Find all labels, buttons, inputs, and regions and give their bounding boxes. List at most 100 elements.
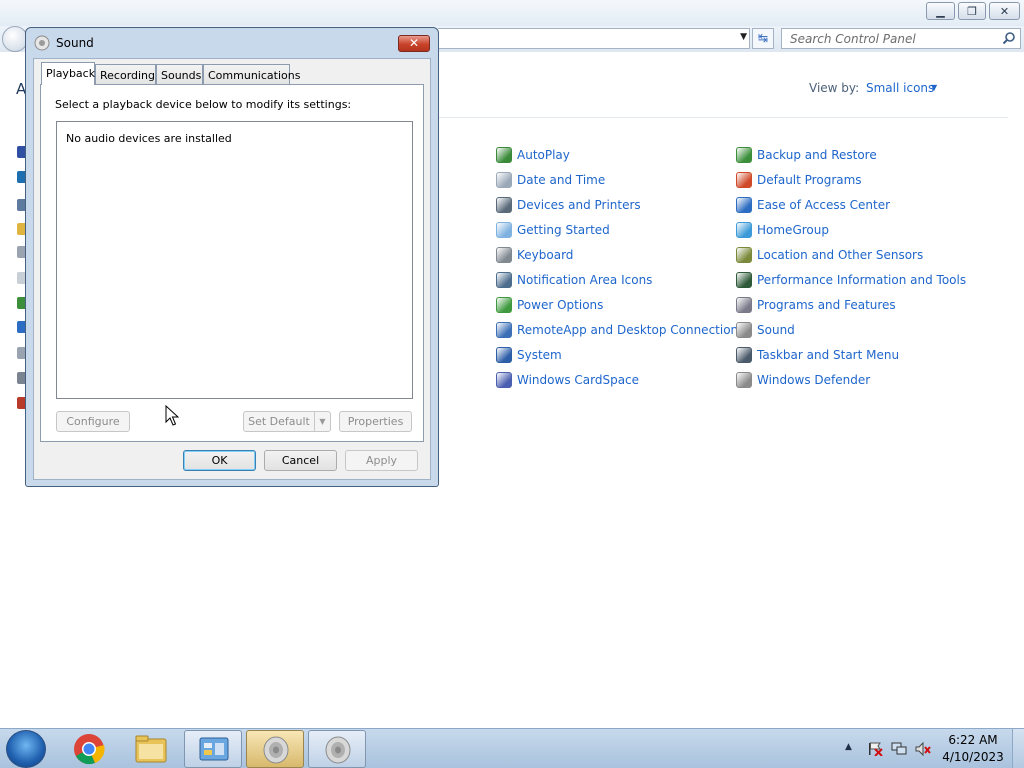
control-panel-item[interactable]: Notification Area Icons: [496, 270, 652, 290]
address-dropdown-icon[interactable]: ▼: [740, 32, 747, 42]
windows-defender-icon: [736, 372, 752, 388]
default-programs-icon: [736, 172, 752, 188]
cancel-button[interactable]: Cancel: [264, 450, 337, 471]
taskbar-sound-active[interactable]: [246, 730, 304, 768]
control-panel-item-label: RemoteApp and Desktop Connections: [517, 323, 745, 337]
mouse-cursor-icon: [165, 405, 179, 426]
taskbar-sound[interactable]: [308, 730, 366, 768]
properties-button[interactable]: Properties: [339, 411, 412, 432]
control-panel-item-label: Backup and Restore: [757, 148, 877, 162]
sound-dialog: Sound ✕ Playback Recording Sounds Commun…: [25, 27, 439, 487]
taskbar-explorer[interactable]: [122, 730, 180, 768]
windows-explorer-icon: [135, 735, 167, 763]
control-panel-item-label: Devices and Printers: [517, 198, 641, 212]
sound-app-icon: [325, 736, 351, 764]
system-icon: [496, 347, 512, 363]
instruction-text: Select a playback device below to modify…: [55, 98, 352, 111]
clock-icon: [496, 172, 512, 188]
control-panel-item[interactable]: Windows Defender: [736, 370, 870, 390]
control-panel-item-label: Performance Information and Tools: [757, 273, 967, 287]
control-panel-item[interactable]: Windows CardSpace: [496, 370, 639, 390]
control-panel-item-label: AutoPlay: [517, 148, 570, 162]
ease-of-access-icon: [736, 197, 752, 213]
control-panel-item[interactable]: Performance Information and Tools: [736, 270, 966, 290]
show-desktop-button[interactable]: [1012, 729, 1024, 768]
location-sensors-icon: [736, 247, 752, 263]
cardspace-icon: [496, 372, 512, 388]
control-panel-item-label: Getting Started: [517, 223, 610, 237]
divider: [438, 117, 1008, 118]
apply-button[interactable]: Apply: [345, 450, 418, 471]
control-panel-item-label: Power Options: [517, 298, 604, 312]
programs-features-icon: [736, 297, 752, 313]
tab-playback[interactable]: Playback: [41, 62, 95, 85]
control-panel-item[interactable]: AutoPlay: [496, 145, 570, 165]
show-hidden-icons-chevron-up-icon[interactable]: ▲: [845, 742, 852, 752]
restore-button[interactable]: ❐: [958, 2, 986, 20]
playback-tab-panel: Select a playback device below to modify…: [40, 84, 424, 442]
control-panel-item-label: Default Programs: [757, 173, 862, 187]
control-panel-item[interactable]: System: [496, 345, 562, 365]
tab-sounds[interactable]: Sounds: [156, 64, 203, 85]
set-default-button[interactable]: Set Default ▼: [243, 411, 331, 432]
clock-time[interactable]: 6:22 AM: [939, 733, 1007, 747]
control-panel-icon: [199, 737, 229, 761]
control-panel-item[interactable]: RemoteApp and Desktop Connections: [496, 320, 744, 340]
control-panel-item[interactable]: Date and Time: [496, 170, 605, 190]
taskbar-icon: [736, 347, 752, 363]
remoteapp-icon: [496, 322, 512, 338]
close-window-button[interactable]: ✕: [989, 2, 1020, 20]
chevron-down-icon[interactable]: ▼: [931, 83, 937, 92]
minimize-button[interactable]: ▁: [926, 2, 955, 20]
control-panel-item-label: Ease of Access Center: [757, 198, 891, 212]
control-panel-item[interactable]: Programs and Features: [736, 295, 896, 315]
search-input[interactable]: Search Control Panel: [781, 28, 1021, 49]
speaker-icon: [34, 35, 50, 51]
control-panel-item[interactable]: Sound: [736, 320, 795, 340]
action-center-flag-icon[interactable]: [867, 742, 883, 756]
control-panel-item-label: Sound: [757, 323, 795, 337]
control-panel-item[interactable]: Power Options: [496, 295, 603, 315]
clock-date[interactable]: 4/10/2023: [939, 750, 1007, 764]
address-bar[interactable]: ▼: [438, 28, 750, 49]
control-panel-item[interactable]: Backup and Restore: [736, 145, 877, 165]
getting-started-icon: [496, 222, 512, 238]
tab-recording[interactable]: Recording: [95, 64, 156, 85]
dialog-body: Playback Recording Sounds Communications…: [33, 58, 431, 480]
performance-icon: [736, 272, 752, 288]
configure-button[interactable]: Configure: [56, 411, 130, 432]
taskbar-control-panel[interactable]: [184, 730, 242, 768]
control-panel-item[interactable]: Keyboard: [496, 245, 573, 265]
view-by-label: View by:: [809, 81, 860, 95]
control-panel-item[interactable]: Taskbar and Start Menu: [736, 345, 899, 365]
control-panel-item-label: HomeGroup: [757, 223, 829, 237]
control-panel-item[interactable]: Location and Other Sensors: [736, 245, 923, 265]
playback-device-list[interactable]: No audio devices are installed: [56, 121, 413, 399]
control-panel-item[interactable]: Getting Started: [496, 220, 610, 240]
dialog-title: Sound: [56, 36, 94, 50]
view-by-dropdown[interactable]: Small icons: [866, 81, 934, 95]
refresh-icon[interactable]: ↹: [752, 28, 774, 49]
notification-area-icon: [496, 272, 512, 288]
ok-button[interactable]: OK: [183, 450, 256, 471]
search-placeholder: Search Control Panel: [790, 32, 916, 46]
control-panel-item[interactable]: HomeGroup: [736, 220, 829, 240]
control-panel-item[interactable]: Devices and Printers: [496, 195, 641, 215]
volume-muted-icon[interactable]: [915, 742, 931, 756]
taskbar-chrome[interactable]: [60, 730, 118, 768]
keyboard-icon: [496, 247, 512, 263]
control-panel-item-label: Programs and Features: [757, 298, 896, 312]
power-options-icon: [496, 297, 512, 313]
search-icon[interactable]: [1002, 31, 1016, 45]
tab-communications[interactable]: Communications: [203, 64, 300, 85]
start-orb-icon[interactable]: [6, 730, 46, 768]
autoplay-icon: [496, 147, 512, 163]
control-panel-item-label: Location and Other Sensors: [757, 248, 924, 262]
control-panel-item-label: System: [517, 348, 562, 362]
close-button[interactable]: ✕: [398, 35, 430, 52]
chevron-down-icon[interactable]: ▼: [314, 412, 330, 431]
network-icon[interactable]: [891, 742, 907, 756]
printer-icon: [496, 197, 512, 213]
control-panel-item[interactable]: Ease of Access Center: [736, 195, 890, 215]
control-panel-item[interactable]: Default Programs: [736, 170, 862, 190]
